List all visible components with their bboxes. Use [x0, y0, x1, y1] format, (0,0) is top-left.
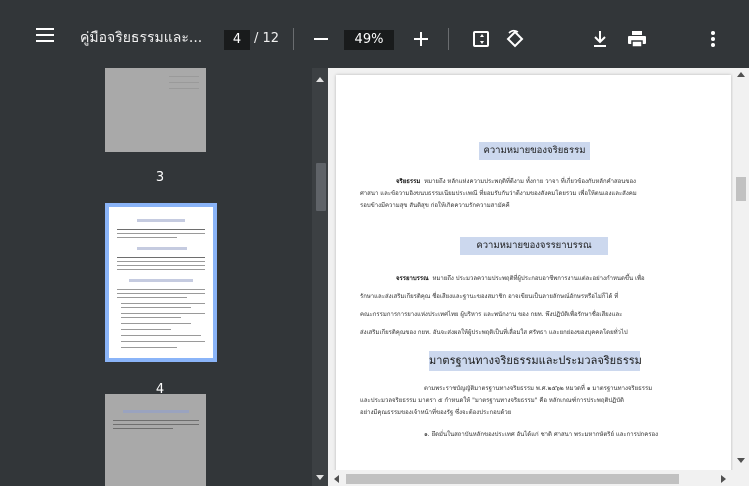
- page-thumbnail-3[interactable]: [105, 68, 206, 152]
- print-icon[interactable]: [627, 30, 647, 48]
- document-page: ความหมายของจริยธรรม จริยธรรม หมายถึง หลั…: [336, 75, 731, 486]
- document-scroll-down-icon[interactable]: [737, 458, 745, 463]
- zoom-input[interactable]: 49%: [344, 30, 394, 50]
- paragraph-line: ศาสนา และข้อวามอิงขนบธรรมเนียมประเพณี ที…: [360, 190, 637, 197]
- section-title: ความหมายของจริยธรรม: [479, 142, 590, 160]
- section-title: มาตรฐานทางจริยธรรมและประมวลจริยธรรม: [429, 351, 642, 371]
- document-scrollbar-thumb[interactable]: [736, 177, 746, 201]
- toolbar-divider: [448, 28, 449, 50]
- page-thumbnail-5[interactable]: [105, 394, 206, 486]
- paragraph-line: คณะกรรมการการยางแห่งประเทศไทย ผู้บริหาร …: [360, 311, 623, 318]
- paragraph-line: รักษาและส่งเสริมเกียรติคุณ ชื่อเสียงและฐ…: [360, 293, 619, 300]
- sidebar-scroll-up-icon[interactable]: [316, 77, 324, 82]
- thumbnail-sidebar: 3 4: [0, 68, 328, 486]
- fit-to-page-icon[interactable]: [473, 31, 489, 47]
- toolbar: คู่มือจริยธรรมและ... 4 / 12 49%: [0, 0, 749, 68]
- scroll-right-icon[interactable]: [721, 475, 726, 483]
- toolbar-divider: [293, 28, 294, 50]
- horizontal-scrollbar-thumb[interactable]: [346, 474, 679, 484]
- paragraph-line: ๑. ยึดมั่นในสถาบันหลักของประเทศ อันได้แก…: [424, 431, 659, 438]
- document-scrollbar[interactable]: [733, 68, 749, 486]
- menu-icon[interactable]: [36, 27, 56, 43]
- document-scroll-up-icon[interactable]: [737, 72, 745, 77]
- rotate-icon[interactable]: [505, 29, 525, 49]
- thumbnail-label: 3: [155, 170, 165, 185]
- sidebar-scroll-down-icon[interactable]: [316, 475, 324, 480]
- zoom-in-button[interactable]: [414, 32, 428, 46]
- zoom-out-button[interactable]: [314, 38, 328, 40]
- page-total: / 12: [254, 31, 280, 46]
- paragraph-line: จริยธรรม หมายถึง หลักแห่งความประพฤติที่ด…: [396, 178, 636, 185]
- page-thumbnail-4-selected[interactable]: [105, 203, 217, 362]
- download-icon[interactable]: [592, 30, 608, 48]
- paragraph-line: จรรยาบรรณ หมายถึง ประมวลความประพฤติที่ผู…: [396, 275, 645, 282]
- document-title: คู่มือจริยธรรมและ...: [80, 30, 203, 46]
- section-title: ความหมายของจรรยาบรรณ: [460, 237, 608, 255]
- sidebar-scrollbar[interactable]: [312, 68, 328, 486]
- pdf-viewer: คู่มือจริยธรรมและ... 4 / 12 49% 3 4 ความ…: [0, 0, 749, 486]
- paragraph-line: ตามพระราชบัญญัติมาตรฐานทางจริยธรรม พ.ศ.๒…: [424, 385, 653, 392]
- sidebar-scrollbar-thumb[interactable]: [316, 163, 326, 211]
- more-options-icon[interactable]: [710, 30, 716, 48]
- page-number-input[interactable]: 4: [224, 30, 250, 50]
- scroll-left-icon[interactable]: [334, 475, 339, 483]
- paragraph-line: และประมวลจริยธรรม มาตรา ๕ กำหนดให้ "มาตร…: [360, 397, 624, 404]
- paragraph-line: ส่งเสริมเกียรติคุณของ กยท. อันจะส่งผลให้…: [360, 329, 628, 336]
- paragraph-line: อย่างมีคุณธรรมของเจ้าหน้าที่ของรัฐ ซึ่งจ…: [360, 409, 512, 416]
- paragraph-line: รอบข้างมีความสุข สันติสุข ก่อให้เกิดความ…: [360, 202, 510, 209]
